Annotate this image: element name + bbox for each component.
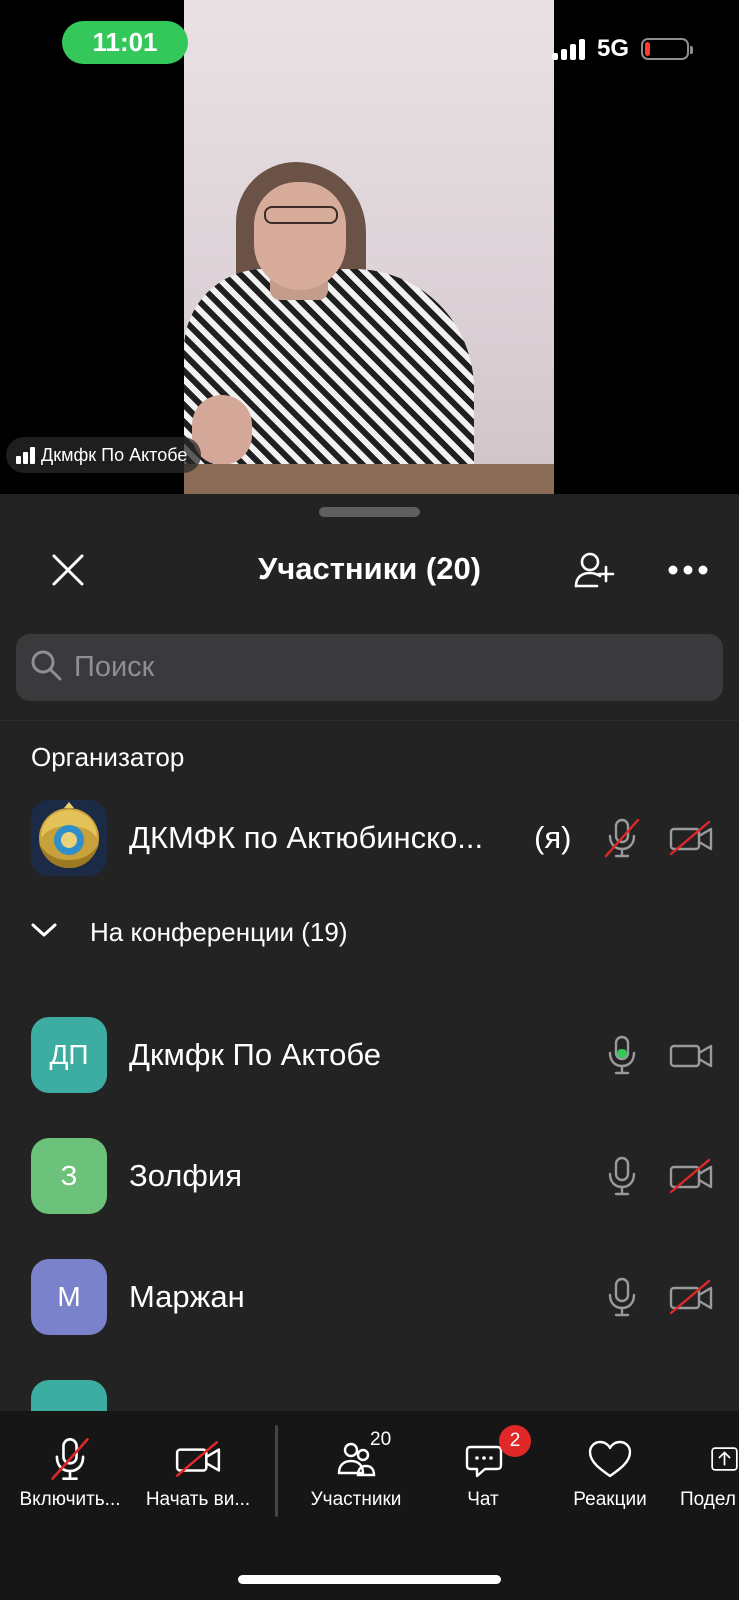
camera-icon bbox=[666, 1033, 716, 1077]
status-indicators: 5G bbox=[551, 34, 693, 64]
you-label: (я) bbox=[534, 820, 572, 855]
participant-row[interactable]: ДП Дкмфк По Актобе bbox=[0, 1017, 739, 1093]
participants-icon: 20 bbox=[326, 1429, 391, 1487]
video-stage[interactable]: 11:01 5G Дкмфк По Актобе bbox=[0, 0, 739, 494]
emblem-icon bbox=[31, 800, 107, 876]
participant-row[interactable]: М Маржан bbox=[0, 1259, 739, 1335]
mic-active-icon bbox=[600, 1033, 644, 1077]
participant-name: ДКМФК по Актюбинско... bbox=[129, 820, 484, 855]
close-icon[interactable] bbox=[44, 546, 92, 594]
avatar: ДП bbox=[31, 1017, 107, 1093]
avatar: М bbox=[31, 1259, 107, 1335]
speaker-name: Дкмфк По Актобе bbox=[41, 444, 188, 465]
share-label: Подел bbox=[680, 1489, 736, 1510]
participants-count: 20 bbox=[370, 1429, 392, 1450]
participant-row[interactable]: З Золфия bbox=[0, 1138, 739, 1214]
reactions-button[interactable]: Реакции bbox=[550, 1411, 670, 1511]
sheet-drag-handle[interactable] bbox=[319, 507, 420, 517]
share-icon bbox=[678, 1431, 739, 1487]
camera-off-icon bbox=[666, 816, 716, 860]
search-icon bbox=[30, 649, 62, 686]
start-video-button[interactable]: Начать ви... bbox=[138, 1411, 258, 1511]
start-video-label: Начать ви... bbox=[145, 1489, 251, 1510]
avatar: З bbox=[31, 1138, 107, 1214]
participant-row-partial[interactable] bbox=[0, 1380, 739, 1411]
in-meeting-group-label: На конференции (19) bbox=[90, 916, 348, 947]
chevron-down-icon bbox=[30, 921, 58, 944]
chat-label: Чат bbox=[467, 1489, 499, 1510]
host-section-label: Организатор bbox=[31, 742, 185, 772]
speaker-video bbox=[184, 0, 554, 494]
video-off-icon bbox=[168, 1431, 228, 1487]
toolbar-divider bbox=[275, 1425, 278, 1517]
connection-signal-icon bbox=[16, 446, 35, 464]
meeting-toolbar: Включить... Начать ви... 20 Участники 2 … bbox=[0, 1411, 739, 1600]
participants-label: Участники bbox=[310, 1489, 402, 1510]
home-indicator[interactable] bbox=[238, 1575, 501, 1584]
mic-muted-icon bbox=[600, 816, 644, 860]
speaker-name-tag: Дкмфк По Актобе bbox=[6, 437, 202, 473]
participants-title: Участники (20) bbox=[257, 551, 482, 586]
network-type: 5G bbox=[596, 35, 629, 62]
share-button[interactable]: Подел bbox=[678, 1411, 739, 1511]
search-input[interactable] bbox=[74, 634, 723, 701]
mic-muted-icon bbox=[40, 1431, 100, 1487]
participants-sheet: Участники (20) Организатор bbox=[0, 494, 739, 1411]
add-person-icon[interactable] bbox=[570, 546, 618, 594]
reactions-label: Реакции bbox=[573, 1489, 647, 1510]
avatar bbox=[31, 1380, 107, 1411]
heart-icon bbox=[580, 1431, 640, 1487]
mic-icon bbox=[600, 1154, 644, 1198]
unmute-label: Включить... bbox=[19, 1489, 121, 1510]
sheet-header: Участники (20) bbox=[0, 534, 739, 604]
participant-row-host[interactable]: ДКМФК по Актюбинско... (я) bbox=[0, 800, 739, 876]
battery-icon bbox=[641, 38, 693, 60]
unmute-button[interactable]: Включить... bbox=[10, 1411, 130, 1511]
chat-button[interactable]: 2 Чат bbox=[423, 1411, 543, 1511]
participant-name: Маржан bbox=[129, 1279, 245, 1314]
chat-unread-badge: 2 bbox=[499, 1425, 531, 1457]
participant-name: Дкмфк По Актобе bbox=[129, 1037, 382, 1072]
camera-off-icon bbox=[666, 1275, 716, 1319]
mic-icon bbox=[600, 1275, 644, 1319]
cellular-signal-icon bbox=[551, 38, 585, 60]
more-dots-icon[interactable] bbox=[664, 546, 712, 594]
video-person-face bbox=[254, 182, 346, 290]
participant-name: Золфия bbox=[129, 1158, 242, 1193]
chat-icon: 2 bbox=[453, 1425, 531, 1487]
participants-button[interactable]: 20 Участники bbox=[296, 1411, 416, 1511]
camera-off-icon bbox=[666, 1154, 716, 1198]
search-divider bbox=[0, 720, 739, 721]
battery-level bbox=[645, 42, 650, 56]
in-meeting-group-toggle[interactable]: На конференции (19) bbox=[30, 910, 347, 954]
search-field[interactable] bbox=[16, 634, 723, 701]
status-time: 11:01 bbox=[62, 21, 188, 64]
video-table bbox=[184, 464, 554, 494]
video-person-glasses bbox=[264, 206, 338, 224]
